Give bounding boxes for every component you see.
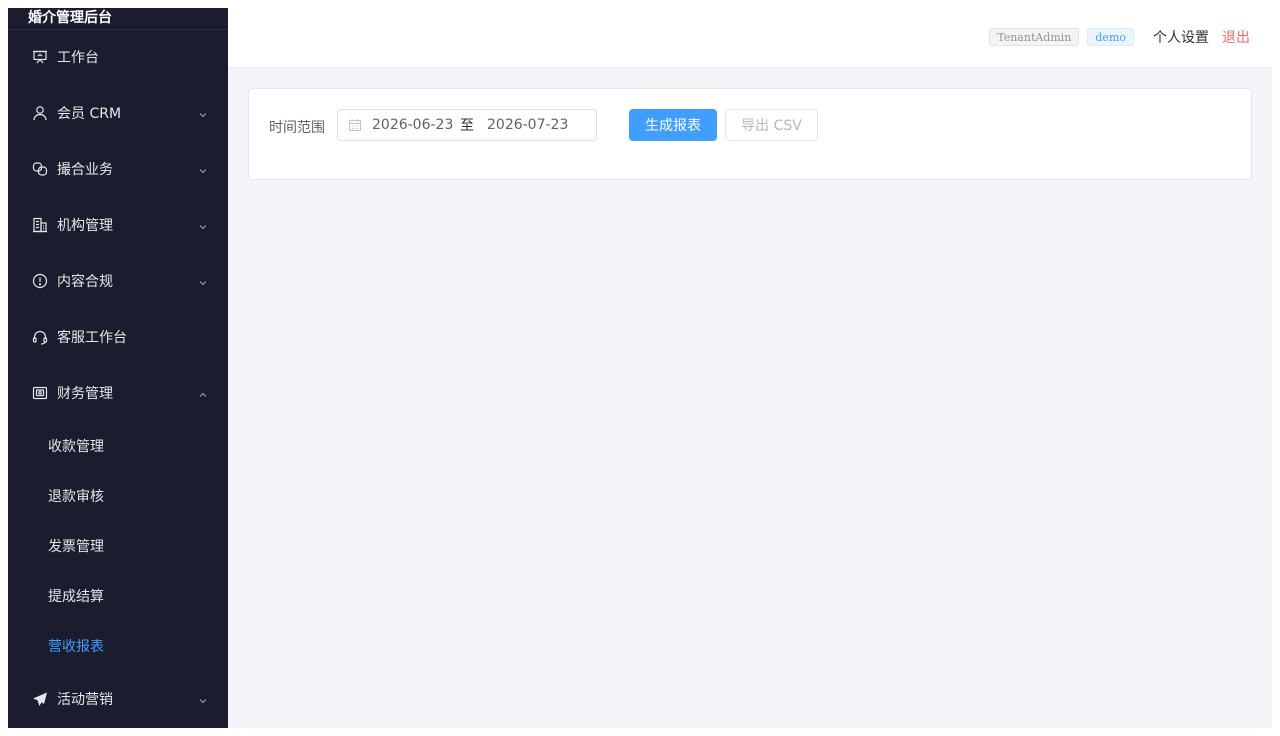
chevron-down-icon: [198, 694, 208, 704]
sidebar-item-member-crm[interactable]: 会员 CRM: [8, 85, 228, 141]
sidebar-item-label: 财务管理: [57, 386, 113, 402]
sidebar-subitem-payments[interactable]: 收款管理: [8, 421, 228, 471]
range-separator: 至: [460, 118, 474, 134]
main-content: 时间范围 2026-06-23 至 2026-07-23 生成报表 导出 CSV: [228, 68, 1272, 728]
sidebar-item-label: 撮合业务: [57, 162, 113, 178]
sidebar-subitem-revenue-report[interactable]: 营收报表: [8, 621, 228, 671]
building-icon: [32, 217, 48, 233]
time-range-label: 时间范围: [269, 120, 325, 136]
chevron-down-icon: [198, 276, 208, 286]
sidebar-item-customer-service[interactable]: 客服工作台: [8, 309, 228, 365]
sidebar-item-content-compliance[interactable]: 内容合规: [8, 253, 228, 309]
sidebar-item-label: 客服工作台: [57, 330, 127, 346]
monitor-icon: [32, 49, 48, 65]
sidebar-item-dashboard[interactable]: 工作台: [8, 29, 228, 85]
chevron-down-icon: [198, 108, 208, 118]
sidebar-item-label: 机构管理: [57, 218, 113, 234]
date-range-picker[interactable]: 2026-06-23 至 2026-07-23: [337, 109, 597, 141]
role-badge: TenantAdmin: [989, 28, 1080, 46]
sidebar-item-label: 工作台: [57, 50, 99, 66]
calendar-icon: [348, 118, 362, 132]
sidebar-item-label: 活动营销: [57, 692, 113, 708]
user-icon: [32, 105, 48, 121]
generate-report-button[interactable]: 生成报表: [629, 109, 717, 141]
end-date-input[interactable]: 2026-07-23: [487, 117, 568, 133]
sidebar-subitem-label: 退款审核: [48, 489, 104, 505]
sidebar-item-marketing[interactable]: 活动营销: [8, 671, 228, 727]
sidebar: 婚介管理后台 工作台 会员 CRM 撮合业务 机构管理 内容合规 客服工作台 财…: [8, 8, 228, 728]
personal-settings-link[interactable]: 个人设置: [1153, 27, 1209, 47]
sidebar-subitem-label: 收款管理: [48, 439, 104, 455]
send-icon: [32, 691, 48, 707]
sidebar-subitem-label: 发票管理: [48, 539, 104, 555]
link-icon: [32, 161, 48, 177]
start-date-input[interactable]: 2026-06-23: [372, 117, 454, 133]
wallet-icon: [32, 385, 48, 401]
sidebar-item-finance[interactable]: 财务管理: [8, 365, 228, 421]
tenant-badge: demo: [1087, 28, 1134, 46]
sidebar-item-label: 内容合规: [57, 274, 113, 290]
chevron-down-icon: [198, 164, 208, 174]
sidebar-item-matchmaking[interactable]: 撮合业务: [8, 141, 228, 197]
headset-icon: [32, 329, 48, 345]
sidebar-item-organization[interactable]: 机构管理: [8, 197, 228, 253]
sidebar-item-label: 会员 CRM: [57, 106, 122, 122]
top-header: TenantAdmin demo 个人设置 退出: [228, 8, 1272, 68]
sidebar-subitem-commission[interactable]: 提成结算: [8, 571, 228, 621]
app-title: 婚介管理后台: [8, 8, 228, 30]
header-actions: TenantAdmin demo 个人设置 退出: [989, 27, 1250, 47]
sidebar-subitem-invoices[interactable]: 发票管理: [8, 521, 228, 571]
sidebar-subitem-label: 提成结算: [48, 589, 104, 605]
logout-link[interactable]: 退出: [1222, 27, 1250, 47]
sidebar-subitem-label: 营收报表: [48, 639, 104, 655]
chevron-up-icon: [198, 388, 208, 398]
warning-icon: [32, 273, 48, 289]
chevron-down-icon: [198, 220, 208, 230]
sidebar-subitem-refund-review[interactable]: 退款审核: [8, 471, 228, 521]
report-filter-card: 时间范围 2026-06-23 至 2026-07-23 生成报表 导出 CSV: [248, 88, 1252, 180]
export-csv-button[interactable]: 导出 CSV: [725, 109, 818, 141]
